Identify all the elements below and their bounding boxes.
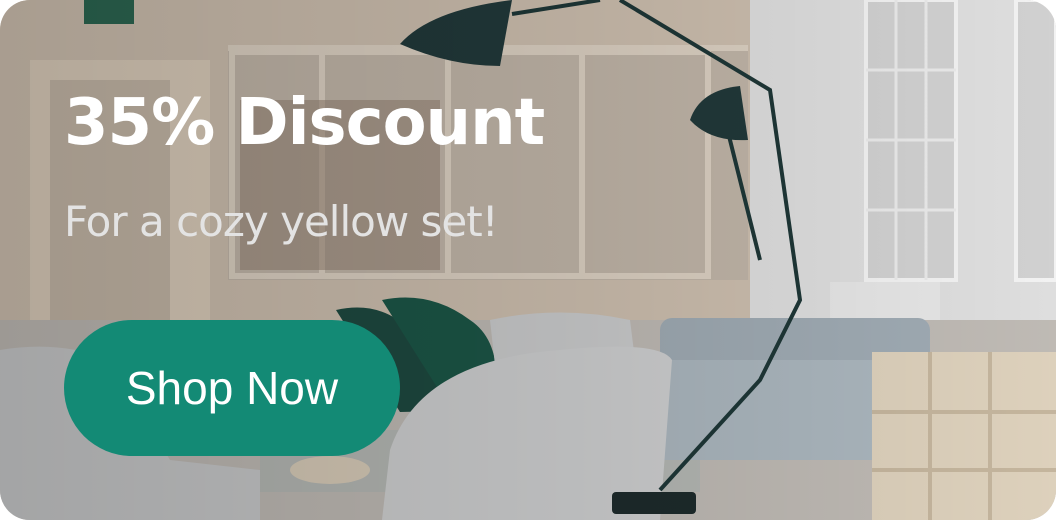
promo-banner: 35% Discount For a cozy yellow set! Shop… [0,0,1056,520]
promo-headline: 35% Discount [64,86,545,160]
promo-subline: For a cozy yellow set! [64,197,499,246]
shop-now-button[interactable]: Shop Now [64,320,400,456]
